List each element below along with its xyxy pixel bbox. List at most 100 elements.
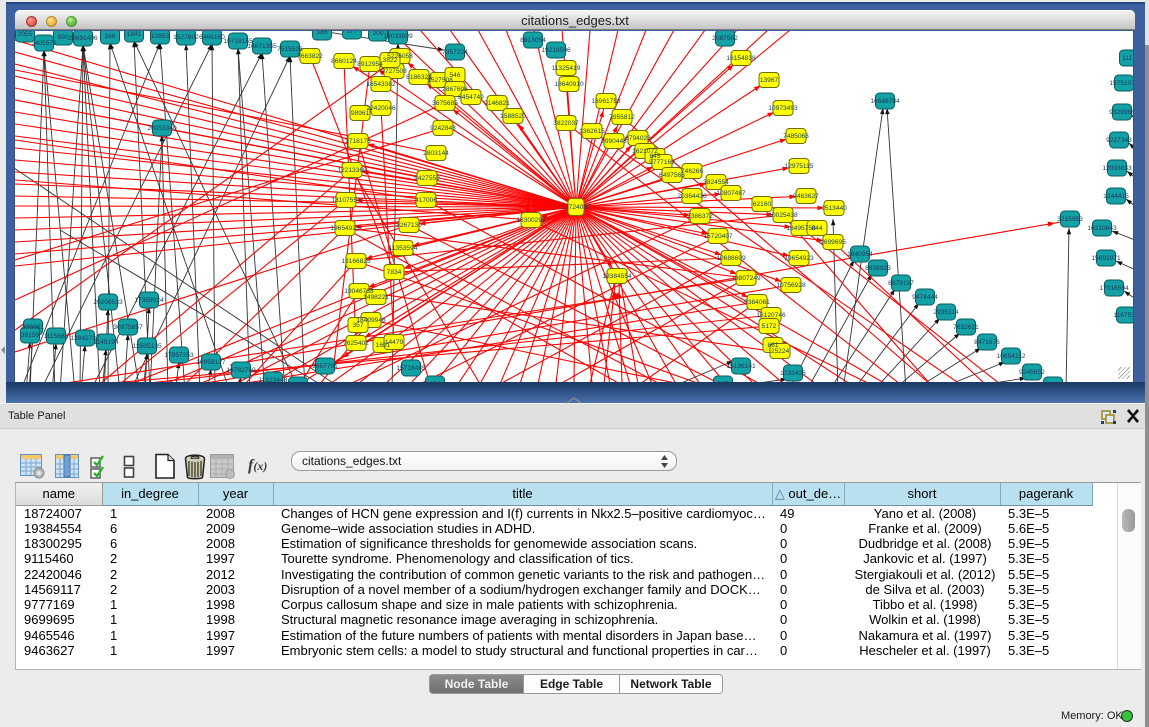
svg-text:1841: 1841 [127, 31, 142, 38]
svg-text:19654923: 19654923 [784, 255, 814, 262]
svg-text:2718176: 2718176 [345, 138, 371, 145]
svg-text:17957253: 17957253 [164, 352, 194, 359]
svg-text:10025438: 10025438 [768, 212, 798, 219]
svg-text:3824554: 3824554 [703, 179, 729, 186]
svg-text:15751074: 15751074 [1109, 80, 1134, 87]
svg-text:8990448: 8990448 [601, 138, 627, 145]
svg-text:746266: 746266 [681, 168, 703, 175]
svg-text:18807249: 18807249 [731, 275, 761, 282]
svg-text:12213369: 12213369 [337, 167, 367, 174]
svg-text:12505135: 12505135 [132, 343, 162, 350]
svg-text:9242848: 9242848 [430, 125, 456, 132]
svg-text:1115682: 1115682 [44, 333, 69, 340]
svg-text:15692971: 15692971 [1091, 255, 1121, 262]
svg-text:1498221: 1498221 [363, 294, 389, 301]
svg-text:1145194: 1145194 [93, 339, 119, 346]
svg-text:20053340: 20053340 [147, 125, 177, 132]
svg-text:7357224: 7357224 [442, 49, 468, 56]
svg-text:1167534: 1167534 [1113, 312, 1134, 319]
svg-text:20364436: 20364436 [677, 193, 707, 200]
svg-text:16154838: 16154838 [726, 55, 756, 62]
svg-text:8912954: 8912954 [357, 61, 383, 68]
svg-text:8938923: 8938923 [865, 265, 891, 272]
svg-text:417006: 417006 [415, 197, 437, 204]
svg-text:9777169: 9777169 [649, 159, 675, 166]
svg-text:7386372: 7386372 [687, 213, 713, 220]
svg-text:20691406: 20691406 [68, 35, 98, 42]
svg-text:9699695: 9699695 [820, 239, 846, 246]
svg-text:3822037: 3822037 [553, 120, 579, 127]
svg-text:9329966: 9329966 [1109, 109, 1134, 116]
svg-text:11923448: 11923448 [259, 377, 288, 382]
svg-text:18107554: 18107554 [331, 197, 361, 204]
svg-text:25224: 25224 [771, 348, 790, 355]
svg-text:11325419: 11325419 [552, 65, 581, 72]
svg-text:9727508: 9727508 [381, 68, 407, 75]
svg-text:177: 177 [346, 31, 357, 35]
svg-text:990: 990 [57, 34, 68, 41]
svg-text:3675685: 3675685 [432, 100, 458, 107]
svg-text:9657791: 9657791 [312, 363, 338, 370]
svg-text:124: 124 [429, 381, 440, 382]
svg-text:8660124: 8660124 [331, 58, 357, 65]
svg-text:16961758: 16961758 [591, 98, 621, 105]
svg-text:6466160: 6466160 [199, 34, 225, 41]
svg-text:13967: 13967 [760, 77, 779, 84]
svg-text:200: 200 [372, 31, 383, 37]
svg-text:1588520: 1588520 [500, 113, 526, 120]
svg-text:10688609: 10688609 [716, 255, 746, 262]
svg-text:16782759: 16782759 [226, 367, 256, 374]
svg-text:8813054: 8813054 [520, 37, 546, 44]
svg-text:10807487: 10807487 [716, 190, 746, 197]
svg-text:1527602: 1527602 [173, 34, 199, 41]
svg-text:7485063: 7485063 [783, 133, 809, 140]
svg-text:10973493: 10973493 [768, 105, 798, 112]
svg-text:9146821: 9146821 [484, 100, 510, 107]
svg-text:16033809: 16033809 [383, 33, 413, 40]
svg-text:2935114: 2935114 [933, 309, 959, 316]
svg-text:30975857: 30975857 [113, 324, 143, 331]
svg-text:185: 185 [316, 31, 327, 36]
svg-text:1640954: 1640954 [847, 251, 873, 258]
svg-text:16543382: 16543382 [366, 81, 396, 88]
svg-text:39159: 39159 [21, 332, 40, 339]
svg-text:335061: 335061 [22, 324, 44, 331]
svg-text:9513440: 9513440 [821, 205, 847, 212]
svg-text:15136141: 15136141 [726, 363, 756, 370]
svg-text:166: 166 [104, 33, 115, 40]
svg-text:2055: 2055 [18, 31, 33, 38]
svg-text:1244415: 1244415 [1103, 193, 1129, 200]
svg-text:8471676: 8471676 [974, 339, 1000, 346]
svg-text:1405571: 1405571 [31, 40, 57, 47]
svg-text:10853: 10853 [151, 33, 170, 40]
svg-text:12093833: 12093833 [1102, 165, 1132, 172]
svg-text:9245652: 9245652 [1019, 369, 1045, 376]
svg-text:18300295: 18300295 [516, 217, 546, 224]
svg-text:62160: 62160 [753, 201, 772, 208]
svg-text:6794028: 6794028 [625, 135, 651, 142]
svg-text:5172: 5172 [762, 323, 777, 330]
svg-text:17016504: 17016504 [1099, 285, 1129, 292]
svg-text:11353594: 11353594 [389, 245, 418, 252]
svg-text:3822: 3822 [383, 57, 398, 64]
svg-text:19166825: 19166825 [341, 258, 371, 265]
svg-text:1117: 1117 [1122, 55, 1134, 62]
svg-text:7515526: 7515526 [277, 46, 303, 53]
svg-text:19654923: 19654923 [330, 225, 360, 232]
svg-text:14479: 14479 [385, 339, 404, 346]
svg-text:16210643: 16210643 [1087, 225, 1117, 232]
svg-text:20206533: 20206533 [93, 299, 123, 306]
svg-text:16671355: 16671355 [247, 43, 277, 50]
svg-text:7834: 7834 [387, 269, 402, 276]
svg-text:19218506: 19218506 [541, 47, 571, 54]
svg-text:9463627: 9463627 [793, 193, 819, 200]
svg-text:15716485: 15716485 [396, 365, 426, 372]
svg-text:1733426: 1733426 [780, 370, 806, 377]
svg-text:98961: 98961 [351, 110, 370, 117]
svg-text:19384554: 19384554 [602, 273, 632, 280]
svg-text:18724007: 18724007 [561, 204, 591, 211]
svg-text:6879197: 6879197 [888, 280, 914, 287]
svg-text:3215953: 3215953 [1057, 216, 1083, 223]
svg-text:546: 546 [449, 72, 460, 79]
svg-text:7955812: 7955812 [609, 114, 635, 121]
